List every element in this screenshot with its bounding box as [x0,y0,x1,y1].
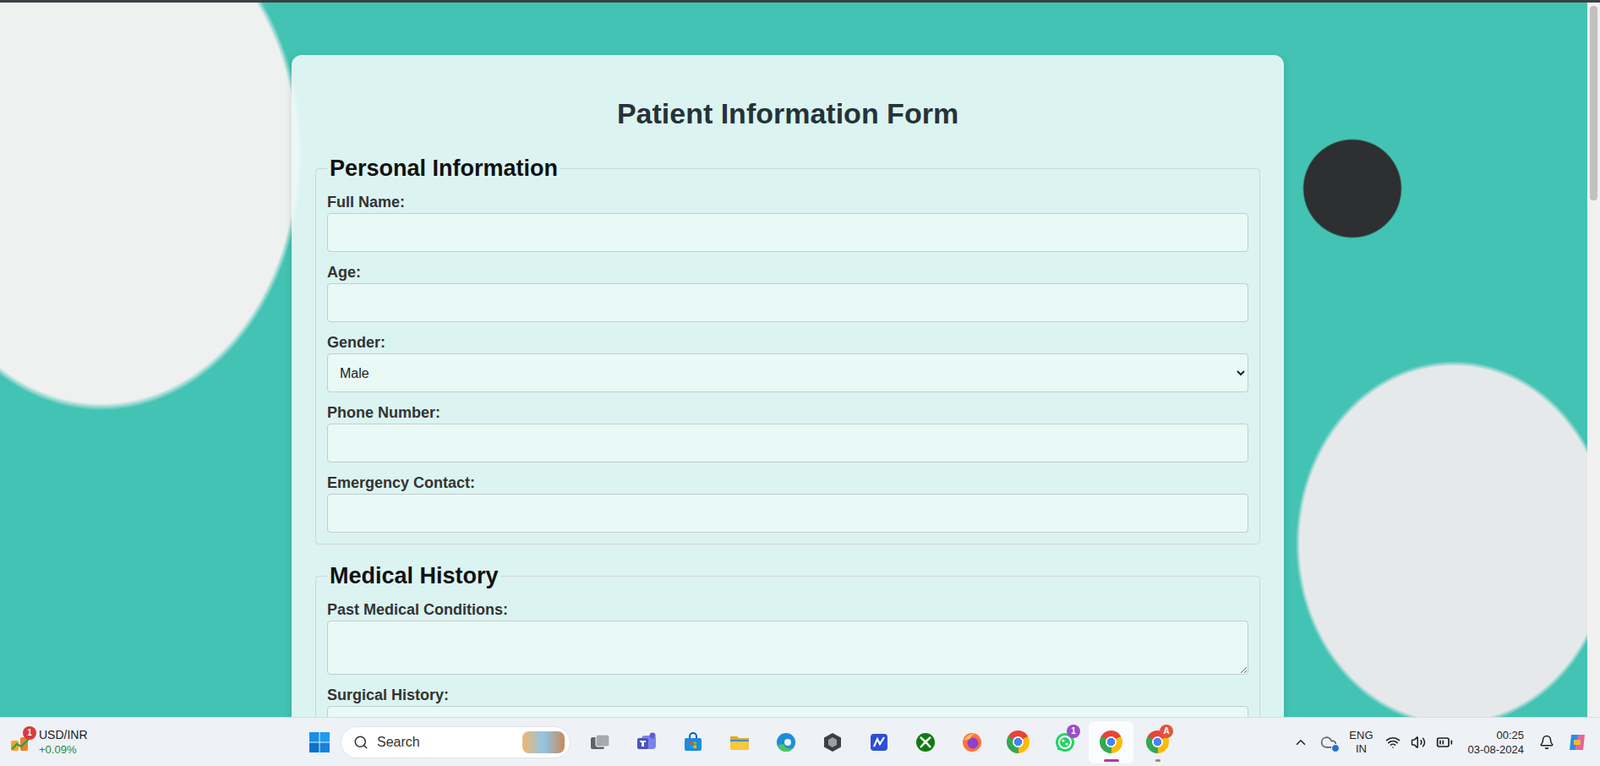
scrollbar[interactable] [1587,2,1600,717]
taskbar-app[interactable] [716,720,762,764]
file-explorer-icon [727,730,752,754]
form-field: Past Medical Conditions: [327,600,1249,675]
blue-app-icon [867,730,891,754]
hexagon-app-icon [820,730,845,754]
bell-icon[interactable] [1539,734,1555,750]
gender-select[interactable]: Male [327,353,1249,393]
form-input[interactable] [327,423,1249,463]
taskbar-app[interactable] [670,720,716,764]
battery-icon [1436,733,1453,751]
widget-change: +0.09% [38,742,88,757]
search-highlight-image [522,731,565,754]
field-label: Past Medical Conditions: [327,600,1249,619]
section-legend: Personal Information [327,155,561,181]
form-field: Gender:Male [327,333,1249,393]
form-input[interactable] [327,493,1249,533]
taskbar-app[interactable] [809,720,855,764]
language: ENG [1348,728,1373,743]
edge-icon [774,730,798,754]
app-badge: 1 [1066,724,1081,738]
running-indicator [1103,759,1120,762]
widget-area[interactable]: 1USD/INR+0.09% [0,727,301,757]
form-title: Patient Information Form [315,95,1261,132]
teams-icon [634,730,659,754]
info-dot [1331,743,1340,753]
widget[interactable]: 1 [8,730,33,754]
form-field: Phone Number: [327,403,1249,463]
taskbar-app[interactable] [995,720,1041,764]
field-label: Age: [327,262,1249,282]
xbox-icon [913,730,938,754]
region: IN [1355,742,1367,756]
scrollbar-thumb[interactable] [1589,5,1598,201]
taskbar-app[interactable] [623,720,669,764]
taskbar-app[interactable]: A [1135,720,1180,764]
search-placeholder: Search [376,734,514,750]
start-button[interactable] [300,721,339,763]
page-background: Patient Information Form Personal Informa… [0,2,1588,717]
widget-badge: 1 [22,726,37,740]
form-field: Full Name: [327,192,1249,252]
chrome-icon [1099,730,1123,754]
taskbar-app[interactable] [902,720,948,764]
section-legend: Medical History [327,562,502,589]
volume-icon [1410,734,1426,750]
form-textarea[interactable] [327,620,1249,675]
taskbar-app[interactable] [856,720,902,764]
chevron-up-icon[interactable] [1293,734,1309,750]
taskbar-search[interactable]: Search [340,726,571,759]
running-indicator [1155,759,1161,762]
language-indicator[interactable]: ENGIN [1348,728,1373,756]
search-icon [353,734,369,750]
form-input[interactable] [327,212,1249,252]
taskbar-apps: Search 1 A [300,720,1180,764]
copilot-icon[interactable] [1566,731,1589,754]
browser-viewport: Patient Information Form Personal Informa… [0,2,1600,717]
taskbar-app[interactable] [1088,720,1134,764]
windows-logo-icon [308,731,331,754]
clock[interactable]: 00:2503-08-2024 [1464,727,1529,757]
taskbar: 1USD/INR+0.09%Search1AENGIN00:2503-08-20… [0,716,1600,766]
form-section: Medical History Past Medical Conditions: S… [315,562,1261,717]
onedrive-status[interactable] [1320,733,1338,751]
task-view-icon [588,730,612,754]
screen: Patient Information Form Personal Informa… [0,0,1600,766]
form-field: Surgical History: [327,685,1249,717]
field-label: Phone Number: [327,403,1249,422]
widget-text: USD/INR+0.09% [38,727,88,757]
field-label: Gender: [327,333,1249,352]
taskbar-app[interactable] [763,720,809,764]
date: 03-08-2024 [1468,742,1525,757]
store-icon [681,730,705,754]
widget-title: USD/INR [38,727,88,743]
quick-settings[interactable] [1385,733,1453,751]
firefox-icon [960,730,984,754]
taskbar-app[interactable] [577,720,623,764]
field-label: Emergency Contact: [327,473,1249,492]
app-badge: A [1159,724,1174,738]
form-field: Age: [327,262,1249,323]
wifi-icon [1385,734,1401,750]
taskbar-app[interactable]: 1 [1042,720,1087,764]
chrome-icon [1006,730,1030,754]
field-label: Surgical History: [327,685,1249,705]
time: 00:25 [1496,727,1524,743]
form-field: Emergency Contact: [327,473,1249,533]
taskbar-app[interactable] [949,720,994,764]
system-tray: ENGIN 00:2503-08-2024 [1293,727,1600,757]
form-textarea[interactable] [327,705,1249,717]
form-input[interactable] [327,283,1249,323]
form-section: Personal Information Full Name: Age: Gender… [315,155,1261,545]
field-label: Full Name: [327,192,1249,212]
form-card: Patient Information Form Personal Informa… [291,54,1284,717]
